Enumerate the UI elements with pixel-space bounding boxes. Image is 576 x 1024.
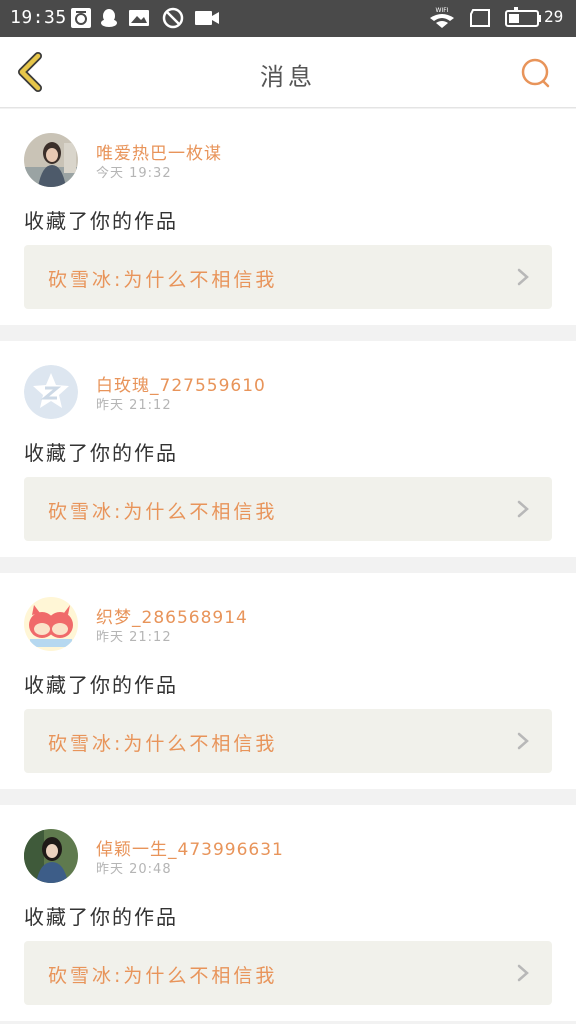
work-title: 砍雪冰:为什么不相信我 [48,965,278,987]
avatar[interactable] [24,829,78,883]
video-icon [195,11,219,25]
timestamp: 昨天 20:48 [96,862,172,877]
battery-icon [505,7,541,27]
chevron-right-icon [517,268,529,286]
search-button[interactable] [518,56,552,90]
action-text: 收藏了你的作品 [24,673,178,697]
wifi-icon: WIFI [430,7,454,28]
avatar[interactable] [24,365,78,419]
status-time: 19:35 [10,7,67,28]
action-text: 收藏了你的作品 [24,905,178,929]
timestamp: 昨天 21:12 [96,398,172,413]
work-title: 砍雪冰:为什么不相信我 [48,501,278,523]
action-text: 收藏了你的作品 [24,441,178,465]
work-link[interactable]: 砍雪冰:为什么不相信我 [24,477,552,541]
username[interactable]: 白玫瑰_727559610 [96,371,266,396]
work-link[interactable]: 砍雪冰:为什么不相信我 [24,709,552,773]
work-title: 砍雪冰:为什么不相信我 [48,269,278,291]
message-card[interactable]: 唯爱热巴一枚谋 今天 19:32 收藏了你的作品 砍雪冰:为什么不相信我 [0,109,576,325]
message-card[interactable]: 白玫瑰_727559610 昨天 21:12 收藏了你的作品 砍雪冰:为什么不相… [0,341,576,557]
work-link[interactable]: 砍雪冰:为什么不相信我 [24,941,552,1005]
avatar[interactable] [24,597,78,651]
chevron-right-icon [517,732,529,750]
qq-icon [101,9,117,27]
signal-icon [470,9,490,27]
avatar[interactable] [24,133,78,187]
wifi-label: WIFI [436,7,449,14]
message-card[interactable]: 倬颖一生_473996631 昨天 20:48 收藏了你的作品 砍雪冰:为什么不… [0,805,576,1021]
image-notification-icon [129,10,149,26]
username[interactable]: 倬颖一生_473996631 [96,835,284,860]
status-bar: 19:35 WIFI 29 [0,0,576,37]
timestamp: 今天 19:32 [96,166,172,181]
action-text: 收藏了你的作品 [24,209,178,233]
battery-level: 29 [544,7,564,26]
page-title: 消息 [260,63,316,91]
search-icon [521,58,550,88]
work-link[interactable]: 砍雪冰:为什么不相信我 [24,245,552,309]
app-notification-icon [71,8,91,28]
timestamp: 昨天 21:12 [96,630,172,645]
header: 消息 [0,37,576,108]
do-not-disturb-icon [162,7,184,29]
work-title: 砍雪冰:为什么不相信我 [48,733,278,755]
message-card[interactable]: 织梦_286568914 昨天 21:12 收藏了你的作品 砍雪冰:为什么不相信… [0,573,576,789]
username[interactable]: 唯爱热巴一枚谋 [96,139,222,164]
chevron-right-icon [517,500,529,518]
username[interactable]: 织梦_286568914 [96,603,248,628]
chevron-right-icon [517,964,529,982]
